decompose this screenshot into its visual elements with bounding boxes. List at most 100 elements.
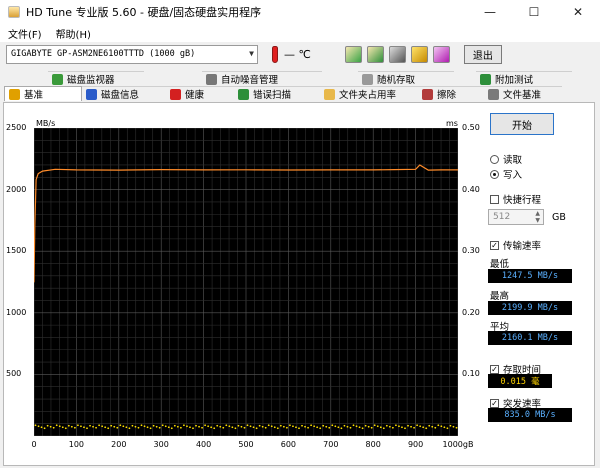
drive-select-value: GIGABYTE GP-ASM2NE6100TTTD (1000 gB) bbox=[11, 49, 196, 59]
access-time-point bbox=[295, 426, 297, 429]
access-time-point bbox=[367, 425, 370, 428]
access-time-point bbox=[210, 426, 213, 429]
access-time-point bbox=[349, 426, 352, 429]
access-time-point bbox=[228, 425, 231, 428]
y-tick-right: 0.40 bbox=[462, 184, 480, 194]
y-tick-right: 0.50 bbox=[462, 123, 480, 132]
tab-row-bottom: 基准 磁盘信息 健康 错误扫描 文件夹占用率 擦除 文件基准 bbox=[4, 86, 562, 101]
access-time-point bbox=[322, 424, 325, 427]
tab-disk-info[interactable]: 磁盘信息 bbox=[82, 86, 166, 101]
exit-button[interactable]: 退出 bbox=[463, 44, 502, 64]
access-time-point bbox=[364, 424, 367, 427]
tab-folder-usage[interactable]: 文件夹占用率 bbox=[320, 86, 418, 101]
checkbox-box: ✓ bbox=[490, 398, 499, 408]
transfer-rate-checkbox[interactable]: ✓ 传输速率 bbox=[490, 238, 541, 252]
access-time-point bbox=[134, 425, 137, 428]
quick-stroke-stepper[interactable]: 512 ▲ ▼ bbox=[488, 209, 544, 225]
y-tick-right: 0.10 bbox=[462, 369, 480, 379]
x-tick: 600 bbox=[280, 440, 297, 449]
copy-text-icon[interactable] bbox=[344, 45, 362, 63]
tab-error-scan[interactable]: 错误扫描 bbox=[234, 86, 320, 101]
access-time-point bbox=[379, 426, 382, 429]
access-time-point bbox=[316, 426, 319, 429]
max-value: 2199.9 MB/s bbox=[488, 301, 572, 315]
access-time-point bbox=[340, 427, 343, 430]
access-time-point bbox=[113, 425, 116, 428]
tab-noise-management[interactable]: 自动噪音管理 bbox=[202, 71, 322, 86]
access-time-point bbox=[273, 426, 276, 429]
access-time-point bbox=[219, 425, 222, 428]
access-time-point bbox=[410, 425, 412, 428]
tab-label: 自动噪音管理 bbox=[221, 75, 279, 86]
tab-label: 文件基准 bbox=[503, 90, 542, 101]
tab-label: 附加测试 bbox=[495, 75, 534, 86]
title-bar: HD Tune 专业版 5.60 - 硬盘/固态硬盘实用程序 — ☐ ✕ bbox=[0, 0, 600, 24]
start-button[interactable]: 开始 bbox=[490, 113, 554, 135]
chart-svg bbox=[33, 127, 459, 437]
y-tick-right: 0.20 bbox=[462, 307, 480, 317]
plus-icon bbox=[170, 88, 181, 100]
access-time-point bbox=[249, 425, 252, 428]
access-time-point bbox=[222, 426, 225, 429]
minimize-button[interactable]: — bbox=[468, 0, 512, 24]
save-icon[interactable] bbox=[432, 45, 450, 63]
access-time-point bbox=[80, 425, 82, 428]
access-time-point bbox=[352, 424, 355, 427]
stepper-arrows-icon[interactable]: ▲ ▼ bbox=[535, 210, 540, 224]
access-time-point bbox=[110, 424, 113, 427]
access-time-point bbox=[252, 426, 255, 429]
access-time-point bbox=[385, 424, 388, 427]
access-time-point bbox=[161, 424, 164, 427]
access-time-point bbox=[331, 424, 334, 427]
access-time-point bbox=[325, 425, 328, 428]
access-time-point bbox=[213, 427, 216, 430]
access-time-point bbox=[431, 425, 434, 428]
tab-erase[interactable]: 擦除 bbox=[418, 86, 484, 101]
access-time-point bbox=[92, 425, 94, 428]
access-time-point bbox=[204, 424, 207, 427]
tab-benchmark[interactable]: 基准 bbox=[4, 86, 82, 101]
drive-select[interactable]: GIGABYTE GP-ASM2NE6100TTTD (1000 gB) ▼ bbox=[6, 44, 258, 64]
tab-extra-tests[interactable]: 附加测试 bbox=[476, 71, 572, 86]
tab-label: 磁盘信息 bbox=[101, 90, 140, 101]
access-time-point bbox=[292, 425, 294, 428]
access-time-point bbox=[240, 425, 243, 428]
menu-file[interactable]: 文件(F) bbox=[0, 26, 48, 41]
access-time-point bbox=[261, 425, 264, 428]
access-time-point bbox=[46, 424, 49, 427]
access-time-point bbox=[128, 427, 131, 430]
read-radio[interactable]: 读取 bbox=[490, 152, 522, 166]
tab-row-top: 磁盘监视器 自动噪音管理 随机存取 附加测试 bbox=[28, 71, 572, 86]
copy-info-icon[interactable] bbox=[366, 45, 384, 63]
tab-health[interactable]: 健康 bbox=[166, 86, 234, 101]
access-time-point bbox=[176, 425, 179, 428]
maximize-button[interactable]: ☐ bbox=[512, 0, 556, 24]
access-time-point bbox=[149, 427, 152, 430]
tab-file-benchmark[interactable]: 文件基准 bbox=[484, 86, 562, 101]
access-time-point bbox=[276, 427, 279, 430]
access-time-point bbox=[437, 424, 440, 427]
access-time-point bbox=[358, 426, 361, 429]
write-radio[interactable]: 写入 bbox=[490, 167, 522, 181]
options-icon[interactable] bbox=[410, 45, 428, 63]
tab-random-access[interactable]: 随机存取 bbox=[358, 71, 454, 86]
quick-stroke-label: 快捷行程 bbox=[503, 195, 542, 206]
checkbox-box: ✓ bbox=[490, 364, 499, 374]
camera-icon[interactable] bbox=[388, 45, 406, 63]
access-time-point bbox=[446, 427, 449, 430]
read-label: 读取 bbox=[503, 155, 523, 166]
access-time-point bbox=[328, 426, 331, 429]
access-time-point bbox=[146, 426, 149, 429]
access-time-point bbox=[234, 427, 237, 430]
access-time-point bbox=[116, 426, 119, 429]
tab-disk-monitor[interactable]: 磁盘监视器 bbox=[48, 71, 144, 86]
y-tick-left: 1000 bbox=[6, 307, 27, 317]
menu-help[interactable]: 帮助(H) bbox=[48, 26, 97, 41]
access-time-point bbox=[313, 425, 316, 428]
close-button[interactable]: ✕ bbox=[556, 0, 600, 24]
y-tick-right: 0.30 bbox=[462, 246, 480, 256]
access-time-point bbox=[264, 426, 267, 429]
quick-stroke-checkbox[interactable]: 快捷行程 bbox=[490, 192, 541, 206]
x-tick: 400 bbox=[195, 440, 212, 449]
access-time-point bbox=[285, 426, 288, 429]
